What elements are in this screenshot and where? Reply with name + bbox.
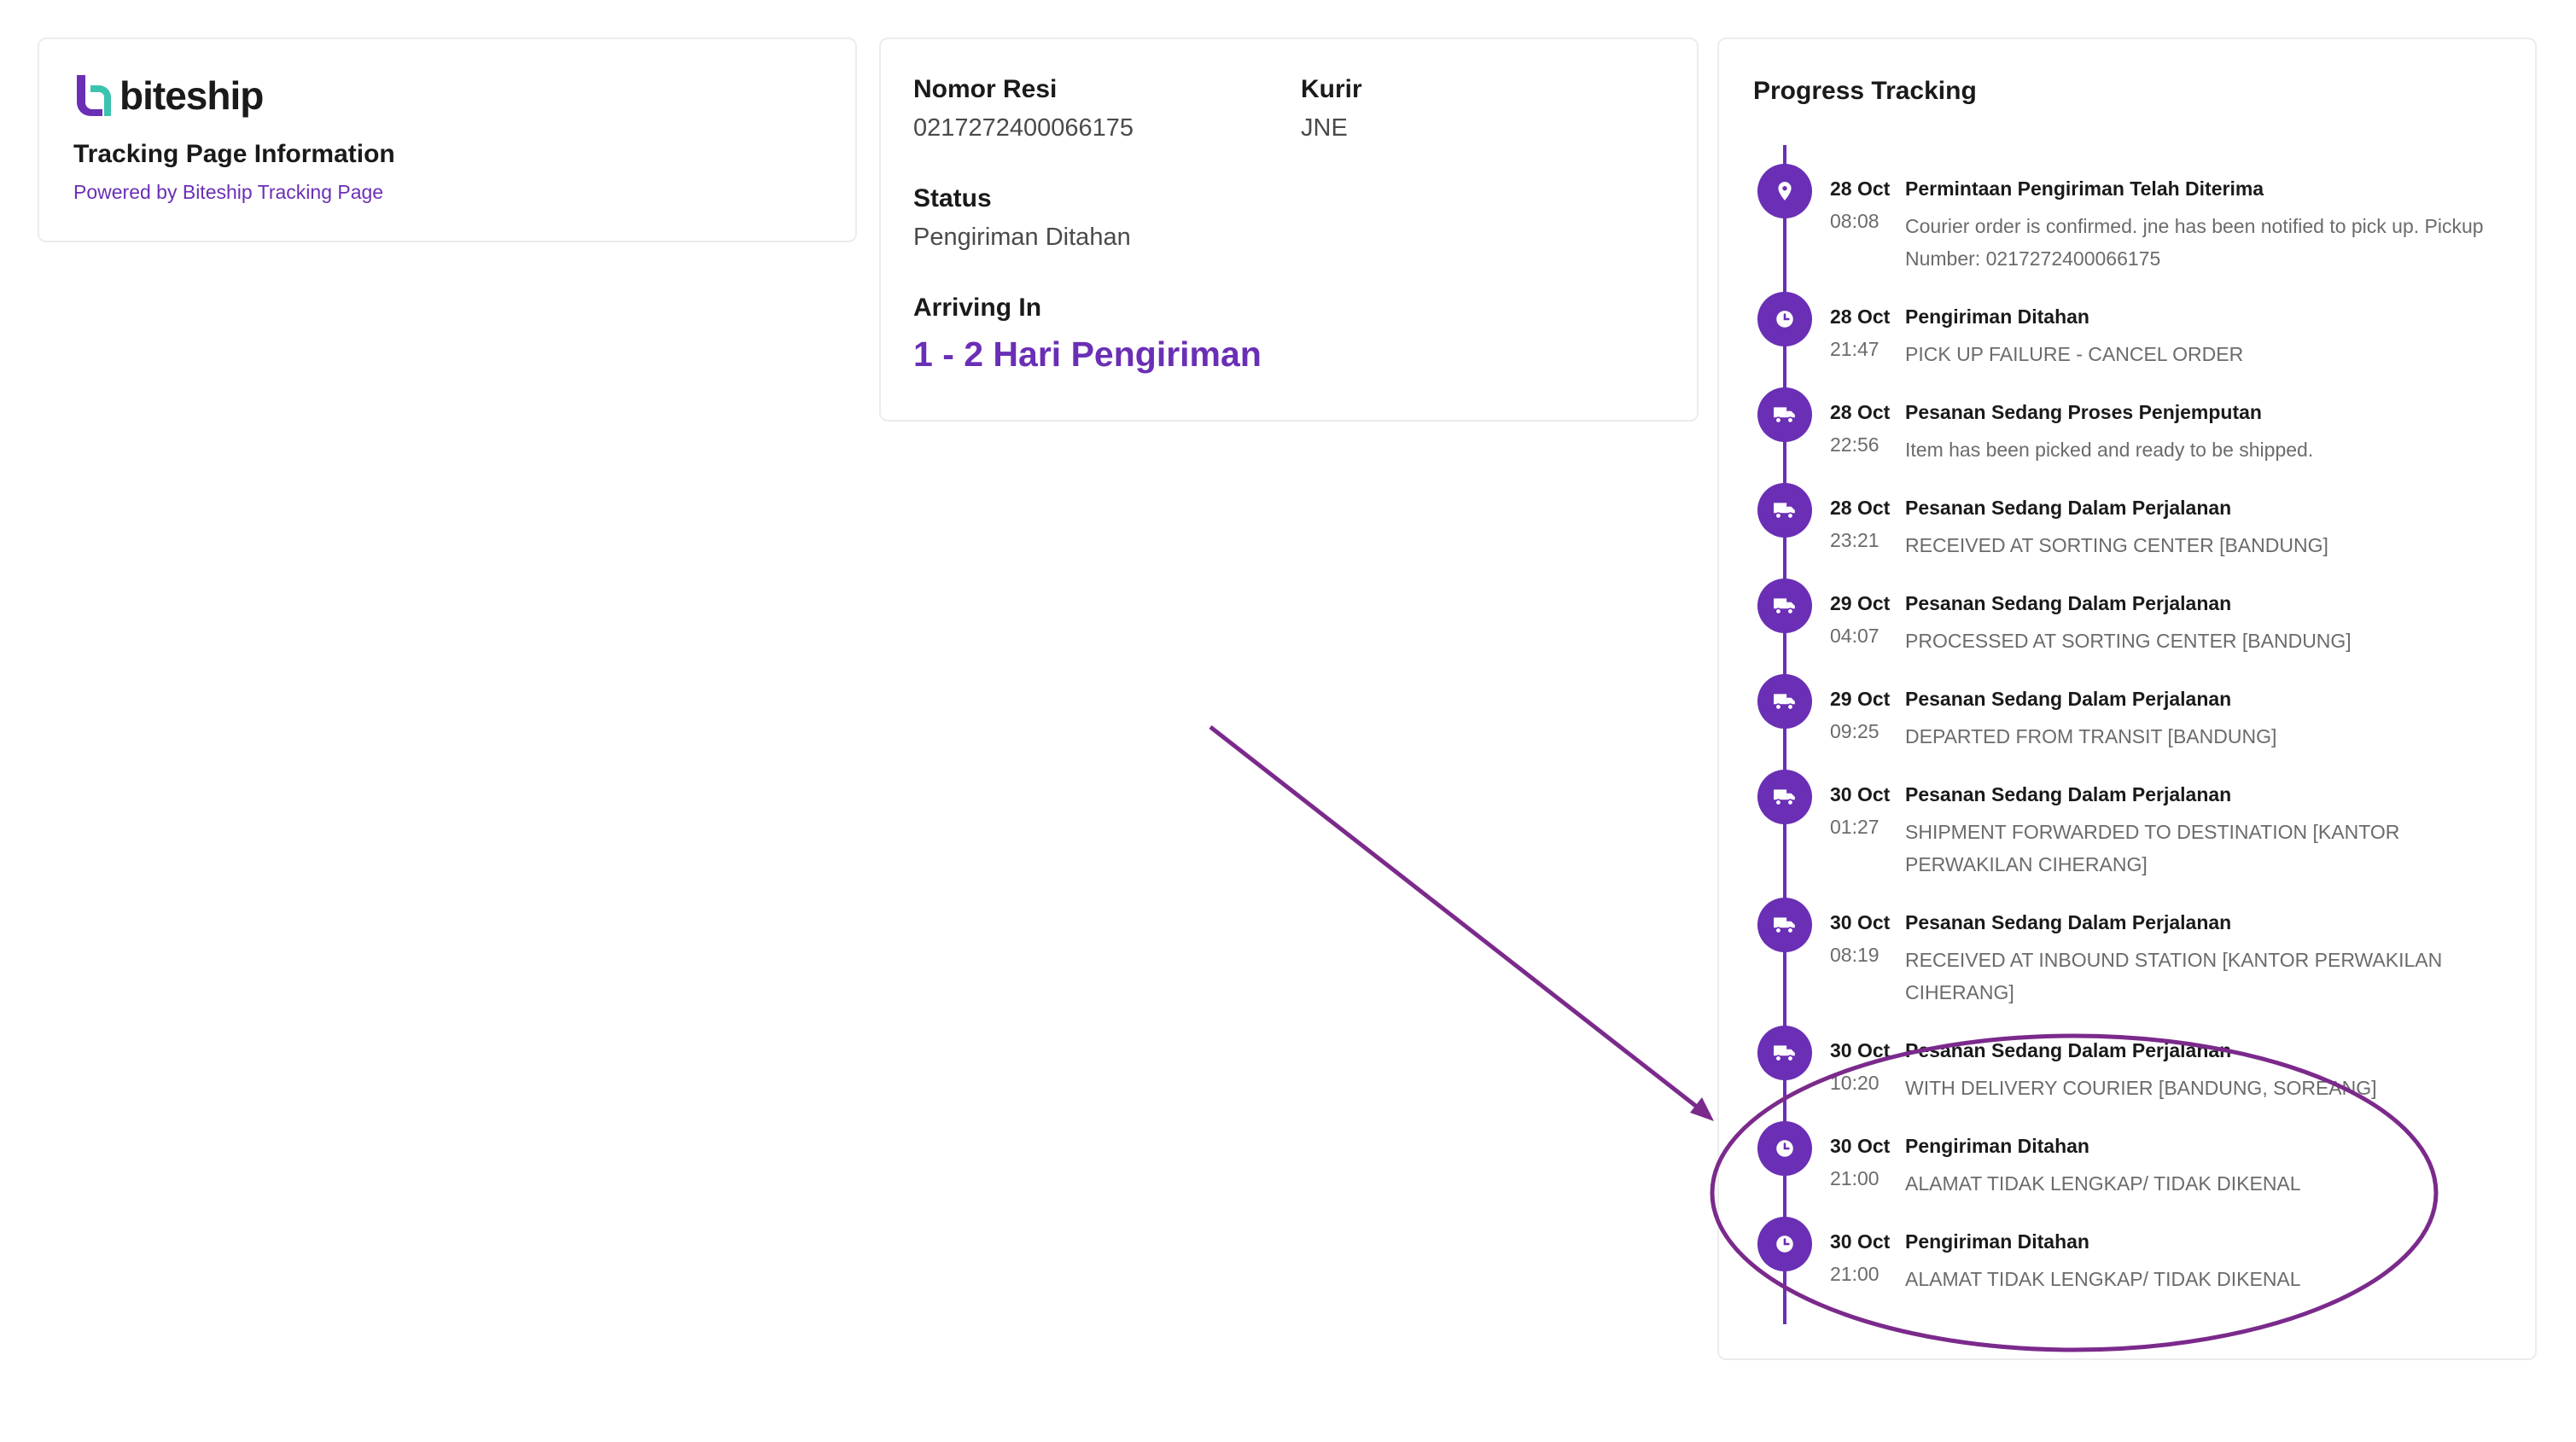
- annotation-arrow-line: [1209, 725, 1711, 1118]
- event-date: 30 Oct: [1830, 783, 1891, 805]
- event-date: 29 Oct: [1830, 592, 1891, 614]
- event-title: Pengiriman Ditahan: [1905, 305, 2089, 328]
- event-time: 10:20: [1830, 1072, 1880, 1094]
- event-title: Pesanan Sedang Dalam Perjalanan: [1905, 1039, 2232, 1061]
- truck-icon: [1757, 1026, 1812, 1080]
- event-time: 04:07: [1830, 625, 1880, 647]
- event-time: 01:27: [1830, 816, 1880, 838]
- event-time: 23:21: [1830, 529, 1880, 551]
- event-description: ALAMAT TIDAK LENGKAP/ TIDAK DIKENAL: [1905, 1268, 2301, 1290]
- event-time: 21:00: [1830, 1263, 1880, 1285]
- truck-icon: [1757, 579, 1812, 633]
- truck-icon: [1757, 898, 1812, 952]
- status-value: Pengiriman Ditahan: [913, 224, 1131, 251]
- info-card-title: Tracking Page Information: [73, 140, 395, 168]
- event-time: 21:47: [1830, 338, 1880, 360]
- event-date: 30 Oct: [1830, 1039, 1891, 1061]
- kurir-label: Kurir: [1301, 75, 1362, 103]
- event-title: Pesanan Sedang Proses Penjemputan: [1905, 401, 2262, 423]
- shipment-detail-card: Nomor Resi 0217272400066175 Kurir JNE St…: [879, 38, 1699, 422]
- event-title: Pengiriman Ditahan: [1905, 1230, 2089, 1253]
- event-time: 21:00: [1830, 1167, 1880, 1189]
- nomor-resi-value: 0217272400066175: [913, 114, 1134, 142]
- event-description: RECEIVED AT INBOUND STATION [KANTOR PERW…: [1905, 949, 2443, 1003]
- event-date: 30 Oct: [1830, 1135, 1891, 1157]
- clock-icon: [1757, 292, 1812, 346]
- event-title: Pesanan Sedang Dalam Perjalanan: [1905, 783, 2232, 805]
- biteship-logo: biteship: [73, 73, 264, 118]
- event-title: Permintaan Pengiriman Telah Diterima: [1905, 177, 2264, 200]
- event-date: 30 Oct: [1830, 911, 1891, 933]
- event-date: 28 Oct: [1830, 497, 1891, 519]
- clock-icon: [1757, 1217, 1812, 1271]
- event-date: 29 Oct: [1830, 688, 1891, 710]
- truck-icon: [1757, 483, 1812, 538]
- event-description: WITH DELIVERY COURIER [BANDUNG, SOREANG]: [1905, 1077, 2377, 1099]
- event-title: Pesanan Sedang Dalam Perjalanan: [1905, 592, 2232, 614]
- progress-tracking-card: Progress Tracking 28 Oct 08:08 Permintaan …: [1717, 38, 2537, 1360]
- nomor-resi-label: Nomor Resi: [913, 75, 1058, 103]
- annotation-arrowhead: [1690, 1097, 1714, 1121]
- event-date: 30 Oct: [1830, 1230, 1891, 1253]
- arriving-in-value: 1 - 2 Hari Pengiriman: [913, 334, 1262, 374]
- arriving-in-label: Arriving In: [913, 294, 1042, 322]
- biteship-logo-icon: [77, 75, 111, 116]
- event-description: RECEIVED AT SORTING CENTER [BANDUNG]: [1905, 534, 2328, 556]
- event-description: Item has been picked and ready to be shi…: [1905, 439, 2314, 461]
- clock-icon: [1757, 1121, 1812, 1176]
- event-date: 28 Oct: [1830, 401, 1891, 423]
- truck-icon: [1757, 770, 1812, 824]
- event-date: 28 Oct: [1830, 305, 1891, 328]
- event-description: DEPARTED FROM TRANSIT [BANDUNG]: [1905, 725, 2277, 747]
- status-label: Status: [913, 184, 992, 212]
- event-time: 08:08: [1830, 210, 1880, 232]
- progress-tracking-title: Progress Tracking: [1753, 77, 1977, 105]
- tracking-info-card: biteship Tracking Page Information Power…: [38, 38, 857, 242]
- event-description: Courier order is confirmed. jne has been…: [1905, 215, 2484, 270]
- truck-icon: [1757, 387, 1812, 442]
- event-title: Pesanan Sedang Dalam Perjalanan: [1905, 688, 2232, 710]
- kurir-value: JNE: [1301, 114, 1348, 142]
- brand-name: biteship: [119, 73, 264, 118]
- event-description: ALAMAT TIDAK LENGKAP/ TIDAK DIKENAL: [1905, 1172, 2301, 1195]
- location-pin-icon: [1757, 164, 1812, 218]
- event-description: PICK UP FAILURE - CANCEL ORDER: [1905, 343, 2244, 365]
- event-date: 28 Oct: [1830, 177, 1891, 200]
- truck-icon: [1757, 674, 1812, 729]
- event-description: SHIPMENT FORWARDED TO DESTINATION [KANTO…: [1905, 821, 2400, 875]
- event-time: 22:56: [1830, 433, 1880, 456]
- event-title: Pesanan Sedang Dalam Perjalanan: [1905, 911, 2232, 933]
- event-description: PROCESSED AT SORTING CENTER [BANDUNG]: [1905, 630, 2352, 652]
- event-title: Pengiriman Ditahan: [1905, 1135, 2089, 1157]
- event-title: Pesanan Sedang Dalam Perjalanan: [1905, 497, 2232, 519]
- event-time: 09:25: [1830, 720, 1880, 742]
- event-time: 08:19: [1830, 944, 1880, 966]
- powered-by-link[interactable]: Powered by Biteship Tracking Page: [73, 181, 383, 204]
